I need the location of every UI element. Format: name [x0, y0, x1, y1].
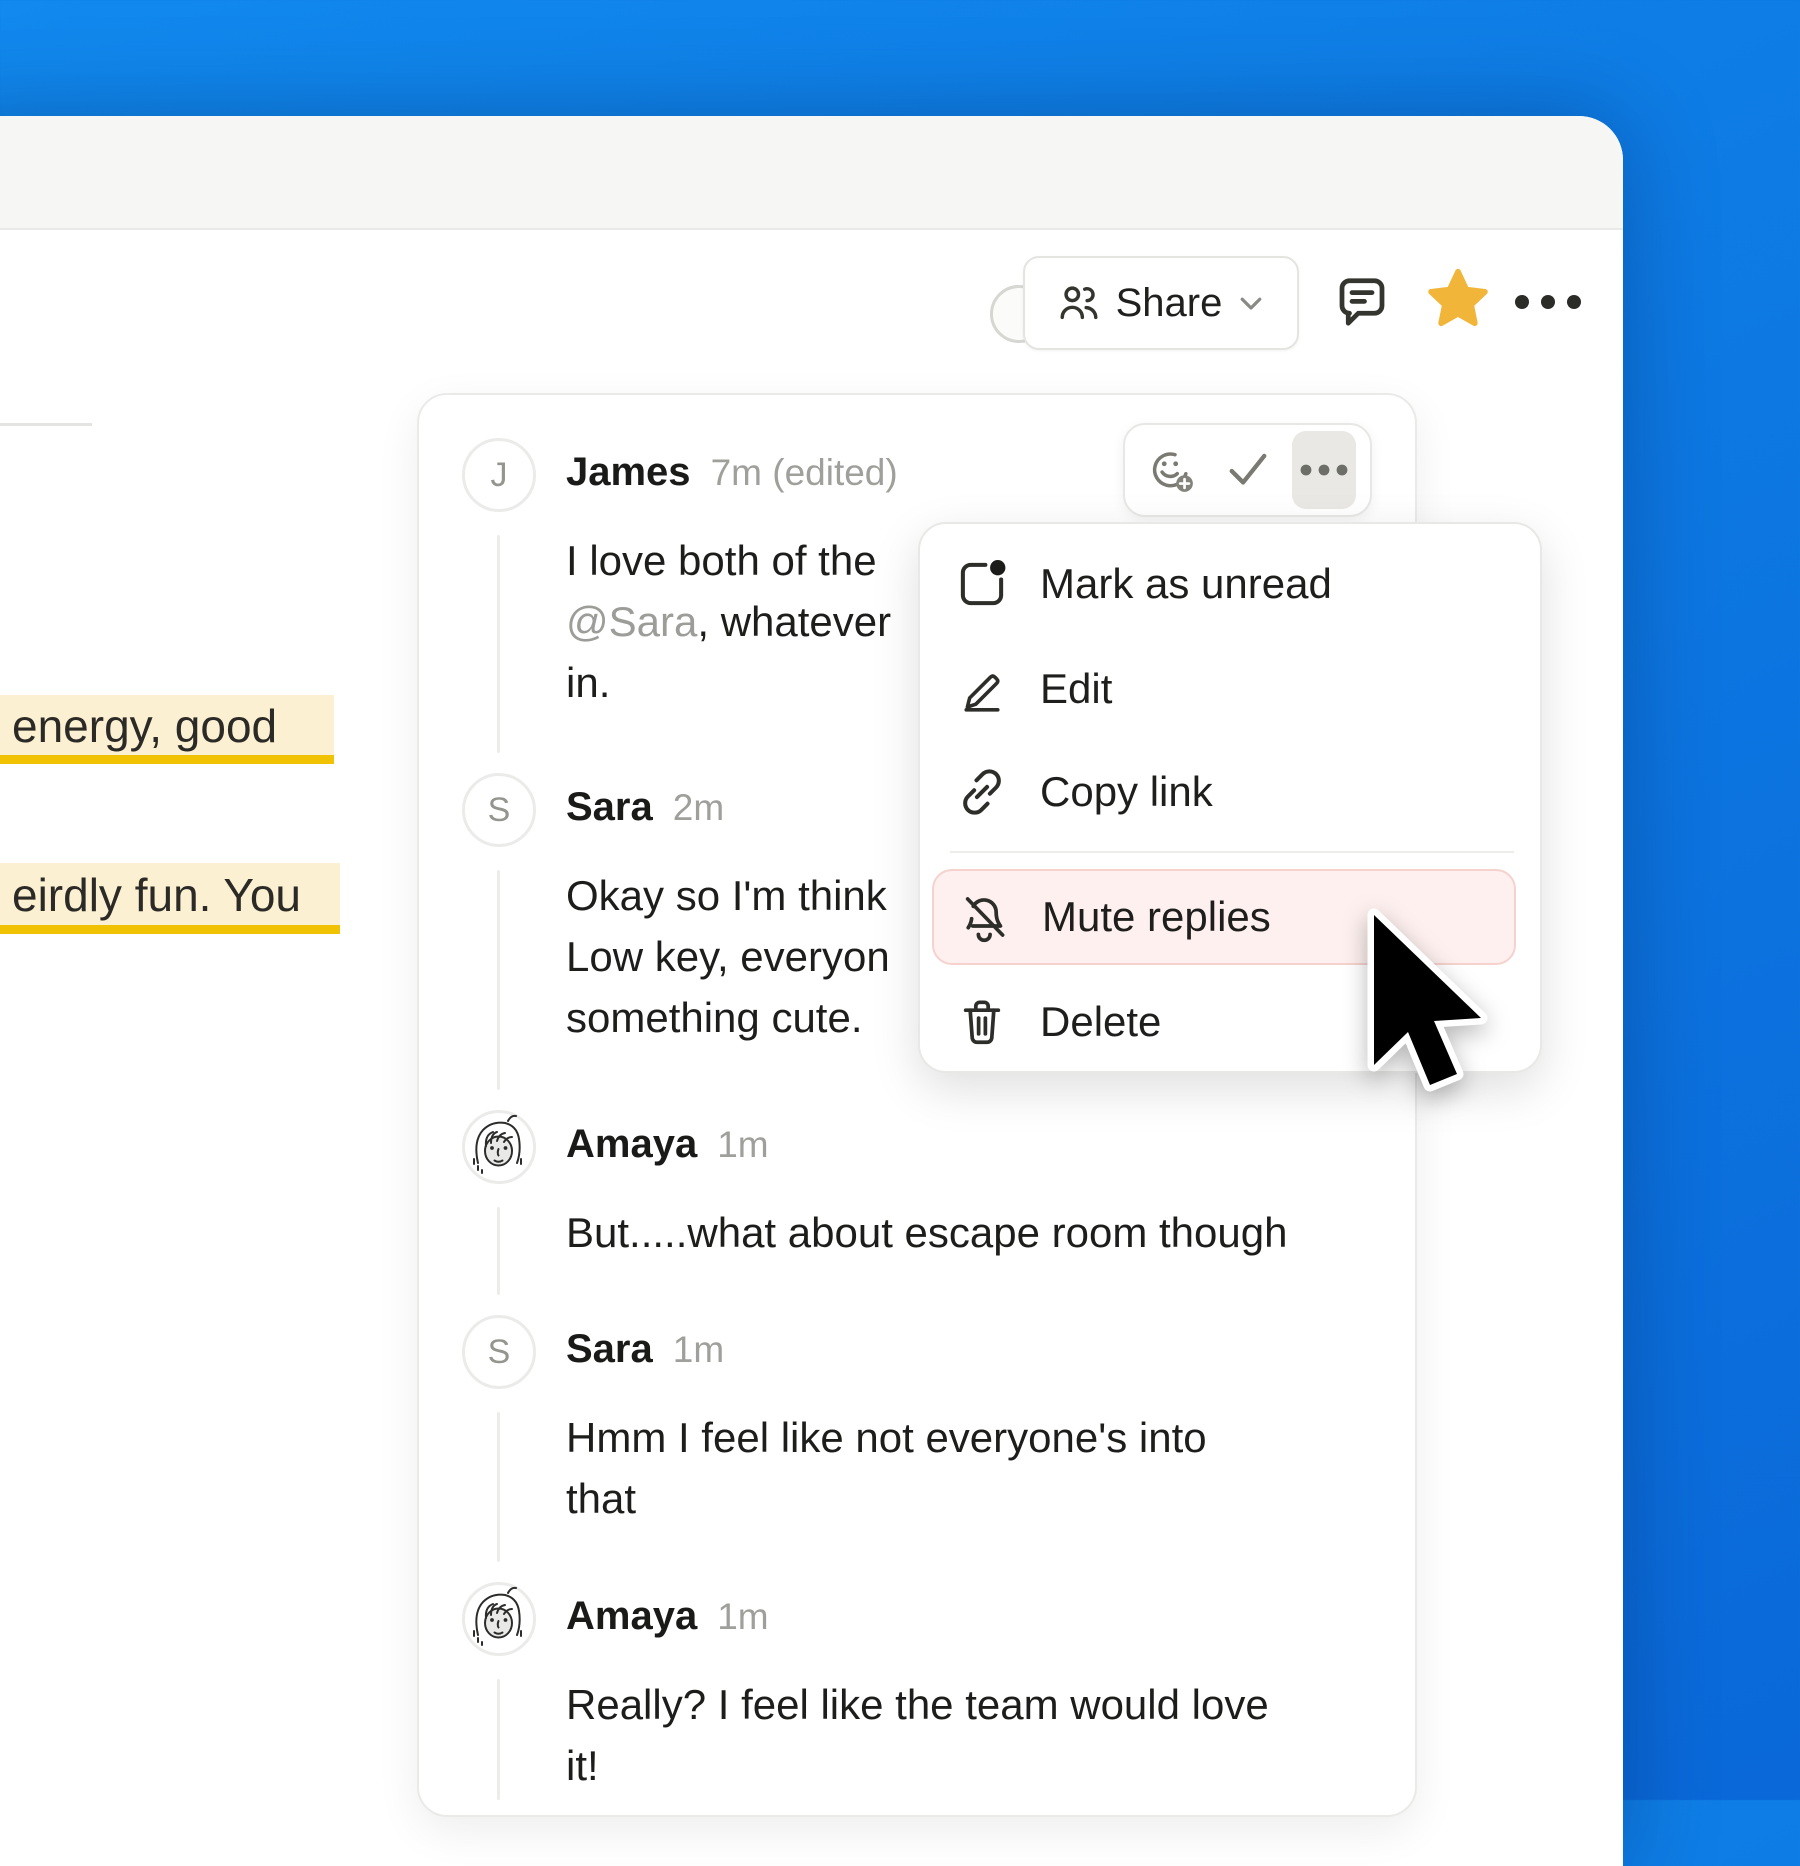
comment-text: Okay so I'm think Low key, everyon somethi… — [566, 865, 890, 1048]
menu-item-label: Mark as unread — [1040, 560, 1332, 608]
chevron-down-icon — [1236, 288, 1266, 318]
unread-icon — [955, 557, 1009, 611]
comment-author: Sara — [566, 1327, 653, 1372]
comment-text-segment: something cute. — [566, 994, 863, 1041]
thread-connector-line — [497, 1207, 500, 1295]
comment-text-segment: that — [566, 1475, 636, 1522]
menu-item-label: Mute replies — [1042, 893, 1271, 941]
menu-item-label: Copy link — [1040, 768, 1213, 816]
avatar[interactable] — [462, 1110, 536, 1184]
emoji-add-icon — [1146, 445, 1196, 495]
menu-item-mark-as-unread[interactable]: Mark as unread — [932, 536, 1516, 632]
comment-author: James — [566, 450, 691, 495]
illustrated-avatar — [462, 1110, 536, 1184]
comment-timestamp: 2m — [673, 787, 724, 829]
comment-more-button[interactable] — [1292, 431, 1356, 509]
comment-text-segment: , whatever — [697, 598, 891, 645]
comment-text-segment: But.....what about escape room though — [566, 1209, 1287, 1256]
menu-divider — [950, 851, 1514, 853]
share-button[interactable]: Share — [1023, 256, 1299, 350]
highlight-text: eirdly fun. You — [12, 868, 301, 922]
comment-text-segment: I love both of the — [566, 537, 877, 584]
avatar[interactable]: J — [462, 438, 536, 512]
comment-text-segment: Really? I feel like the team would love — [566, 1681, 1269, 1728]
comment-text: Really? I feel like the team would love i… — [566, 1674, 1269, 1796]
comment-text-segment: it! — [566, 1742, 599, 1789]
share-button-label: Share — [1116, 281, 1223, 326]
highlighted-text-2: eirdly fun. You — [0, 863, 340, 926]
edit-icon — [955, 662, 1009, 716]
highlight-underline — [0, 925, 340, 934]
thread-connector-line — [497, 1412, 500, 1562]
thread-connector-line — [497, 535, 500, 753]
comment-author: Amaya — [566, 1594, 697, 1639]
highlight-text: energy, good — [12, 699, 277, 753]
comment-author: Amaya — [566, 1122, 697, 1167]
comment-text-segment: Low key, everyon — [566, 933, 890, 980]
menu-item-label: Delete — [1040, 998, 1161, 1046]
thread-connector-line — [497, 1679, 500, 1800]
comment-text-segment: Okay so I'm think — [566, 872, 887, 919]
comment-text: Hmm I feel like not everyone's into that — [566, 1407, 1207, 1529]
menu-item-label: Edit — [1040, 665, 1112, 713]
comment-text-segment: Hmm I feel like not everyone's into — [566, 1414, 1207, 1461]
window-header — [0, 116, 1623, 230]
page-divider-line — [0, 423, 92, 426]
avatar[interactable]: S — [462, 1315, 536, 1389]
page-more-button[interactable] — [1510, 286, 1586, 318]
avatar[interactable]: S — [462, 773, 536, 847]
star-icon — [1424, 266, 1492, 334]
comment-text-segment: in. — [566, 659, 610, 706]
comment-timestamp: 7m (edited) — [711, 452, 898, 494]
favorite-button[interactable] — [1424, 266, 1492, 334]
bell-slash-icon — [957, 890, 1011, 944]
thread-connector-line — [497, 870, 500, 1090]
ellipsis-icon — [1510, 286, 1586, 318]
link-icon — [955, 765, 1009, 819]
mouse-cursor — [1364, 907, 1498, 1112]
resolve-button[interactable] — [1216, 431, 1280, 509]
comment-text: I love both of the @Sara, whatever in. — [566, 530, 891, 713]
comment-bubble-icon — [1332, 272, 1392, 332]
check-icon — [1222, 444, 1274, 496]
user-mention[interactable]: @Sara — [566, 598, 697, 645]
comments-button[interactable] — [1330, 270, 1394, 334]
people-icon — [1056, 280, 1102, 326]
comment-text: But.....what about escape room though — [566, 1202, 1287, 1263]
menu-item-edit[interactable]: Edit — [932, 641, 1516, 737]
comment-author: Sara — [566, 785, 653, 830]
comment-timestamp: 1m — [717, 1596, 768, 1638]
ellipsis-icon — [1298, 459, 1350, 481]
comment-timestamp: 1m — [717, 1124, 768, 1166]
comment-hover-toolbar — [1123, 423, 1372, 517]
trash-icon — [955, 995, 1009, 1049]
illustrated-avatar — [462, 1582, 536, 1656]
avatar[interactable] — [462, 1582, 536, 1656]
menu-item-copy-link[interactable]: Copy link — [932, 744, 1516, 840]
highlight-underline — [0, 755, 334, 764]
highlighted-text-1: energy, good — [0, 695, 334, 756]
comment-timestamp: 1m — [673, 1329, 724, 1371]
add-reaction-button[interactable] — [1139, 431, 1203, 509]
